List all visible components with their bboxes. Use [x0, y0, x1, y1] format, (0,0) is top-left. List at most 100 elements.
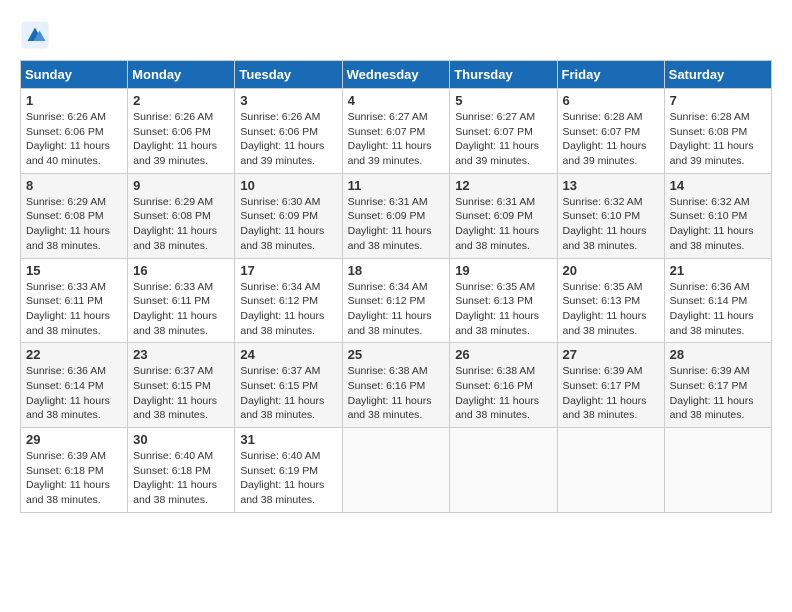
day-number: 5 [455, 93, 551, 108]
day-info: Sunrise: 6:39 AM Sunset: 6:17 PM Dayligh… [670, 364, 766, 423]
calendar-day-cell: 29 Sunrise: 6:39 AM Sunset: 6:18 PM Dayli… [21, 428, 128, 513]
calendar-day-cell: 14 Sunrise: 6:32 AM Sunset: 6:10 PM Dayli… [664, 173, 771, 258]
day-number: 14 [670, 178, 766, 193]
calendar-day-cell: 3 Sunrise: 6:26 AM Sunset: 6:06 PM Daylig… [235, 89, 342, 174]
calendar-day-cell: 2Sunrise: 6:26 AM Sunset: 6:06 PM Daylig… [128, 89, 235, 174]
day-number: 1 [26, 93, 122, 108]
day-number: 31 [240, 432, 336, 447]
day-info: Sunrise: 6:38 AM Sunset: 6:16 PM Dayligh… [455, 364, 551, 423]
day-number: 2 [133, 93, 229, 108]
calendar-day-cell [664, 428, 771, 513]
calendar-day-cell: 28 Sunrise: 6:39 AM Sunset: 6:17 PM Dayli… [664, 343, 771, 428]
day-number: 17 [240, 263, 336, 278]
day-info: Sunrise: 6:27 AM Sunset: 6:07 PM Dayligh… [455, 110, 551, 169]
day-number: 24 [240, 347, 336, 362]
calendar-day-cell: 26Sunrise: 6:38 AM Sunset: 6:16 PM Dayli… [450, 343, 557, 428]
calendar-day-cell: 6 Sunrise: 6:28 AM Sunset: 6:07 PM Daylig… [557, 89, 664, 174]
calendar-day-cell: 23Sunrise: 6:37 AM Sunset: 6:15 PM Dayli… [128, 343, 235, 428]
calendar-day-cell: 25 Sunrise: 6:38 AM Sunset: 6:16 PM Dayli… [342, 343, 450, 428]
day-info: Sunrise: 6:32 AM Sunset: 6:10 PM Dayligh… [670, 195, 766, 254]
day-info: Sunrise: 6:28 AM Sunset: 6:07 PM Dayligh… [563, 110, 659, 169]
day-info: Sunrise: 6:31 AM Sunset: 6:09 PM Dayligh… [455, 195, 551, 254]
calendar-day-cell: 22 Sunrise: 6:36 AM Sunset: 6:14 PM Dayli… [21, 343, 128, 428]
calendar-week-row: 8 Sunrise: 6:29 AM Sunset: 6:08 PM Daylig… [21, 173, 772, 258]
calendar-day-cell: 5 Sunrise: 6:27 AM Sunset: 6:07 PM Daylig… [450, 89, 557, 174]
day-info: Sunrise: 6:27 AM Sunset: 6:07 PM Dayligh… [348, 110, 445, 169]
calendar-day-cell: 24 Sunrise: 6:37 AM Sunset: 6:15 PM Dayli… [235, 343, 342, 428]
calendar-week-row: 29 Sunrise: 6:39 AM Sunset: 6:18 PM Dayli… [21, 428, 772, 513]
day-number: 21 [670, 263, 766, 278]
calendar-header-row: SundayMondayTuesdayWednesdayThursdayFrid… [21, 61, 772, 89]
calendar-day-cell: 9Sunrise: 6:29 AM Sunset: 6:08 PM Daylig… [128, 173, 235, 258]
calendar-day-cell: 27Sunrise: 6:39 AM Sunset: 6:17 PM Dayli… [557, 343, 664, 428]
day-number: 27 [563, 347, 659, 362]
day-of-week-header: Saturday [664, 61, 771, 89]
day-info: Sunrise: 6:37 AM Sunset: 6:15 PM Dayligh… [240, 364, 336, 423]
calendar-day-cell: 4 Sunrise: 6:27 AM Sunset: 6:07 PM Daylig… [342, 89, 450, 174]
page-header [20, 20, 772, 50]
day-info: Sunrise: 6:31 AM Sunset: 6:09 PM Dayligh… [348, 195, 445, 254]
day-of-week-header: Monday [128, 61, 235, 89]
day-number: 8 [26, 178, 122, 193]
calendar-day-cell: 8 Sunrise: 6:29 AM Sunset: 6:08 PM Daylig… [21, 173, 128, 258]
day-number: 3 [240, 93, 336, 108]
day-number: 22 [26, 347, 122, 362]
calendar-day-cell: 18Sunrise: 6:34 AM Sunset: 6:12 PM Dayli… [342, 258, 450, 343]
calendar-day-cell: 13Sunrise: 6:32 AM Sunset: 6:10 PM Dayli… [557, 173, 664, 258]
calendar-day-cell: 30 Sunrise: 6:40 AM Sunset: 6:18 PM Dayli… [128, 428, 235, 513]
calendar-day-cell: 11 Sunrise: 6:31 AM Sunset: 6:09 PM Dayli… [342, 173, 450, 258]
day-info: Sunrise: 6:34 AM Sunset: 6:12 PM Dayligh… [240, 280, 336, 339]
day-info: Sunrise: 6:37 AM Sunset: 6:15 PM Dayligh… [133, 364, 229, 423]
calendar-day-cell: 20Sunrise: 6:35 AM Sunset: 6:13 PM Dayli… [557, 258, 664, 343]
calendar-day-cell [342, 428, 450, 513]
day-of-week-header: Sunday [21, 61, 128, 89]
calendar-day-cell [557, 428, 664, 513]
day-info: Sunrise: 6:30 AM Sunset: 6:09 PM Dayligh… [240, 195, 336, 254]
day-number: 10 [240, 178, 336, 193]
day-info: Sunrise: 6:32 AM Sunset: 6:10 PM Dayligh… [563, 195, 659, 254]
day-info: Sunrise: 6:36 AM Sunset: 6:14 PM Dayligh… [670, 280, 766, 339]
calendar-day-cell: 19 Sunrise: 6:35 AM Sunset: 6:13 PM Dayli… [450, 258, 557, 343]
day-number: 4 [348, 93, 445, 108]
day-info: Sunrise: 6:38 AM Sunset: 6:16 PM Dayligh… [348, 364, 445, 423]
day-number: 29 [26, 432, 122, 447]
calendar-day-cell: 15 Sunrise: 6:33 AM Sunset: 6:11 PM Dayli… [21, 258, 128, 343]
day-number: 12 [455, 178, 551, 193]
calendar-day-cell: 7Sunrise: 6:28 AM Sunset: 6:08 PM Daylig… [664, 89, 771, 174]
calendar-week-row: 1 Sunrise: 6:26 AM Sunset: 6:06 PM Daylig… [21, 89, 772, 174]
logo-icon [20, 20, 50, 50]
day-number: 16 [133, 263, 229, 278]
calendar-week-row: 15 Sunrise: 6:33 AM Sunset: 6:11 PM Dayli… [21, 258, 772, 343]
calendar-day-cell [450, 428, 557, 513]
day-number: 18 [348, 263, 445, 278]
day-of-week-header: Friday [557, 61, 664, 89]
calendar-table: SundayMondayTuesdayWednesdayThursdayFrid… [20, 60, 772, 513]
day-number: 28 [670, 347, 766, 362]
day-of-week-header: Tuesday [235, 61, 342, 89]
day-info: Sunrise: 6:26 AM Sunset: 6:06 PM Dayligh… [240, 110, 336, 169]
calendar-day-cell: 31Sunrise: 6:40 AM Sunset: 6:19 PM Dayli… [235, 428, 342, 513]
day-info: Sunrise: 6:39 AM Sunset: 6:18 PM Dayligh… [26, 449, 122, 508]
day-info: Sunrise: 6:29 AM Sunset: 6:08 PM Dayligh… [26, 195, 122, 254]
calendar-day-cell: 17 Sunrise: 6:34 AM Sunset: 6:12 PM Dayli… [235, 258, 342, 343]
day-number: 20 [563, 263, 659, 278]
day-of-week-header: Thursday [450, 61, 557, 89]
day-number: 15 [26, 263, 122, 278]
day-info: Sunrise: 6:26 AM Sunset: 6:06 PM Dayligh… [26, 110, 122, 169]
calendar-week-row: 22 Sunrise: 6:36 AM Sunset: 6:14 PM Dayli… [21, 343, 772, 428]
logo [20, 20, 54, 50]
day-info: Sunrise: 6:36 AM Sunset: 6:14 PM Dayligh… [26, 364, 122, 423]
day-number: 30 [133, 432, 229, 447]
day-number: 25 [348, 347, 445, 362]
day-info: Sunrise: 6:35 AM Sunset: 6:13 PM Dayligh… [455, 280, 551, 339]
day-number: 7 [670, 93, 766, 108]
day-number: 19 [455, 263, 551, 278]
day-info: Sunrise: 6:33 AM Sunset: 6:11 PM Dayligh… [26, 280, 122, 339]
day-number: 11 [348, 178, 445, 193]
day-number: 6 [563, 93, 659, 108]
day-info: Sunrise: 6:33 AM Sunset: 6:11 PM Dayligh… [133, 280, 229, 339]
calendar-day-cell: 10 Sunrise: 6:30 AM Sunset: 6:09 PM Dayli… [235, 173, 342, 258]
day-info: Sunrise: 6:40 AM Sunset: 6:18 PM Dayligh… [133, 449, 229, 508]
calendar-day-cell: 21 Sunrise: 6:36 AM Sunset: 6:14 PM Dayli… [664, 258, 771, 343]
day-info: Sunrise: 6:29 AM Sunset: 6:08 PM Dayligh… [133, 195, 229, 254]
